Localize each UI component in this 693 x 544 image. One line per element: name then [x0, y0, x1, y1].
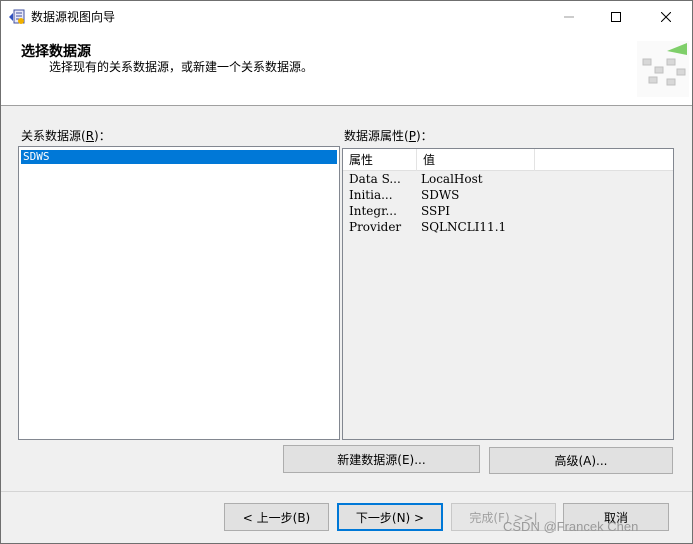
wizard-window: 数据源视图向导 选择数据源 选择现有的关系数据源，或新建一个关系数据源。 关系数…: [0, 0, 693, 544]
property-name: Data S...: [349, 172, 401, 186]
property-value: LocalHost: [421, 172, 483, 186]
column-header-value[interactable]: 值: [417, 149, 535, 171]
next-button[interactable]: 下一步(N) >: [337, 503, 443, 531]
table-row[interactable]: Integr... SSPI: [343, 203, 673, 219]
close-icon: [661, 12, 671, 22]
wizard-app-icon: [9, 9, 25, 24]
datasource-properties-label: 数据源属性(P)：: [344, 127, 433, 144]
maximize-icon: [611, 12, 621, 22]
datasource-properties-label-suffix: )：: [415, 129, 433, 143]
column-header-empty: [535, 149, 673, 171]
title-bar: 数据源视图向导: [1, 1, 692, 33]
table-row[interactable]: Data S... LocalHost: [343, 171, 673, 187]
property-name: Integr...: [349, 204, 397, 218]
datasource-graphic-icon: [637, 41, 689, 97]
property-value: SSPI: [421, 204, 451, 218]
close-button[interactable]: [643, 1, 689, 33]
relational-datasource-label-text: 关系数据源(: [21, 129, 86, 143]
minimize-button[interactable]: [546, 1, 592, 33]
window-title: 数据源视图向导: [31, 10, 116, 24]
footer-divider: [1, 491, 692, 492]
back-button[interactable]: < 上一步(B): [224, 503, 329, 531]
relational-datasource-list[interactable]: SDWS: [18, 146, 340, 440]
wizard-header: 选择数据源 选择现有的关系数据源，或新建一个关系数据源。: [1, 33, 692, 106]
column-header-property[interactable]: 属性: [343, 149, 417, 171]
page-subtitle: 选择现有的关系数据源，或新建一个关系数据源。: [49, 60, 314, 74]
table-row[interactable]: Initia... SDWS: [343, 187, 673, 203]
datasource-properties-label-text: 数据源属性(: [344, 129, 409, 143]
watermark-text: CSDN @Francek Chen: [503, 519, 639, 534]
datasource-properties-grid[interactable]: 属性 值 Data S... LocalHost Initia... SDWS …: [342, 148, 674, 440]
property-name: Provider: [349, 220, 402, 234]
minimize-icon: [564, 16, 574, 18]
relational-datasource-label: 关系数据源(R)：: [21, 127, 111, 144]
advanced-button[interactable]: 高级(A)...: [489, 447, 673, 474]
property-name: Initia...: [349, 188, 393, 202]
new-datasource-button[interactable]: 新建数据源(E)...: [283, 445, 480, 473]
properties-header-row: 属性 值: [343, 149, 673, 171]
datasource-properties-label-key: P: [408, 129, 416, 143]
list-item[interactable]: SDWS: [21, 150, 337, 164]
relational-datasource-label-key: R: [85, 129, 95, 143]
maximize-button[interactable]: [593, 1, 639, 33]
table-row[interactable]: Provider SQLNCLI11.1: [343, 219, 673, 235]
property-value: SQLNCLI11.1: [421, 220, 507, 234]
property-value: SDWS: [421, 188, 460, 202]
relational-datasource-label-suffix: )：: [94, 129, 111, 143]
